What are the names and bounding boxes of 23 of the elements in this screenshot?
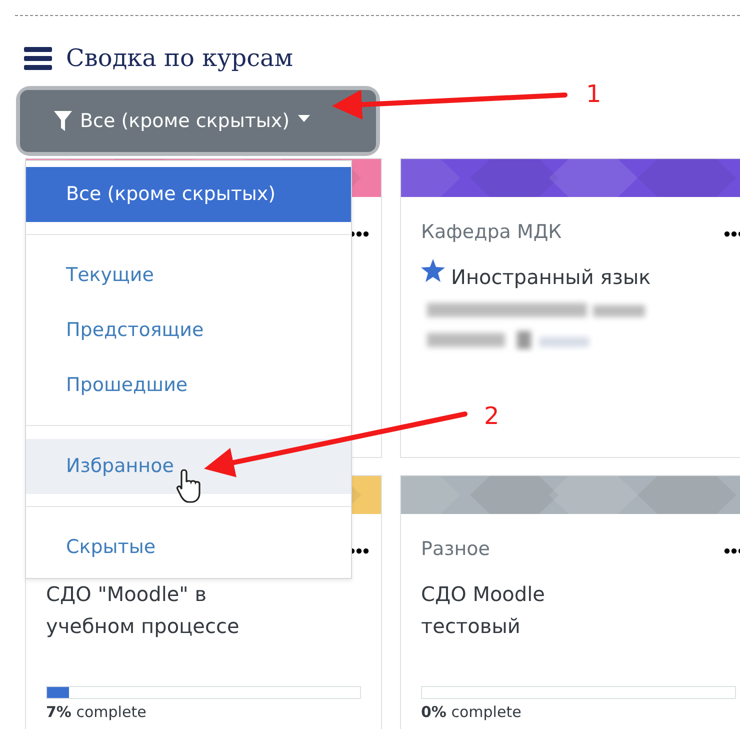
- caret-icon: [298, 114, 310, 122]
- menu-item[interactable]: Прошедшие: [26, 358, 351, 413]
- course-title[interactable]: СДО Moodle тестовый: [421, 578, 545, 642]
- course-title[interactable]: СДО "Moodle" в учебном процессе: [46, 578, 240, 642]
- progress-label: 0% complete: [421, 703, 522, 721]
- menu-item[interactable]: Предстоящие: [26, 303, 351, 358]
- menu-item[interactable]: Скрытые: [26, 520, 351, 575]
- hand-cursor-icon: [176, 468, 202, 504]
- annotation-number: 1: [586, 80, 602, 108]
- more-icon[interactable]: [724, 231, 740, 237]
- menu-item[interactable]: Избранное: [26, 439, 351, 494]
- menu-item[interactable]: Все (кроме скрытых): [26, 167, 351, 222]
- menu-icon[interactable]: [24, 46, 52, 70]
- menu-item[interactable]: Текущие: [26, 248, 351, 303]
- course-category: Кафедра МДК: [421, 221, 562, 243]
- section-title: Сводка по курсам: [66, 44, 294, 72]
- filter-button[interactable]: Все (кроме скрытых): [20, 90, 376, 152]
- annotation-number: 2: [484, 402, 500, 430]
- course-title[interactable]: Иностранный язык: [451, 261, 651, 293]
- course-category: Разное: [421, 538, 490, 560]
- filter-icon: [54, 111, 72, 131]
- more-icon[interactable]: [724, 548, 740, 554]
- progress-label: 7% complete: [46, 703, 146, 721]
